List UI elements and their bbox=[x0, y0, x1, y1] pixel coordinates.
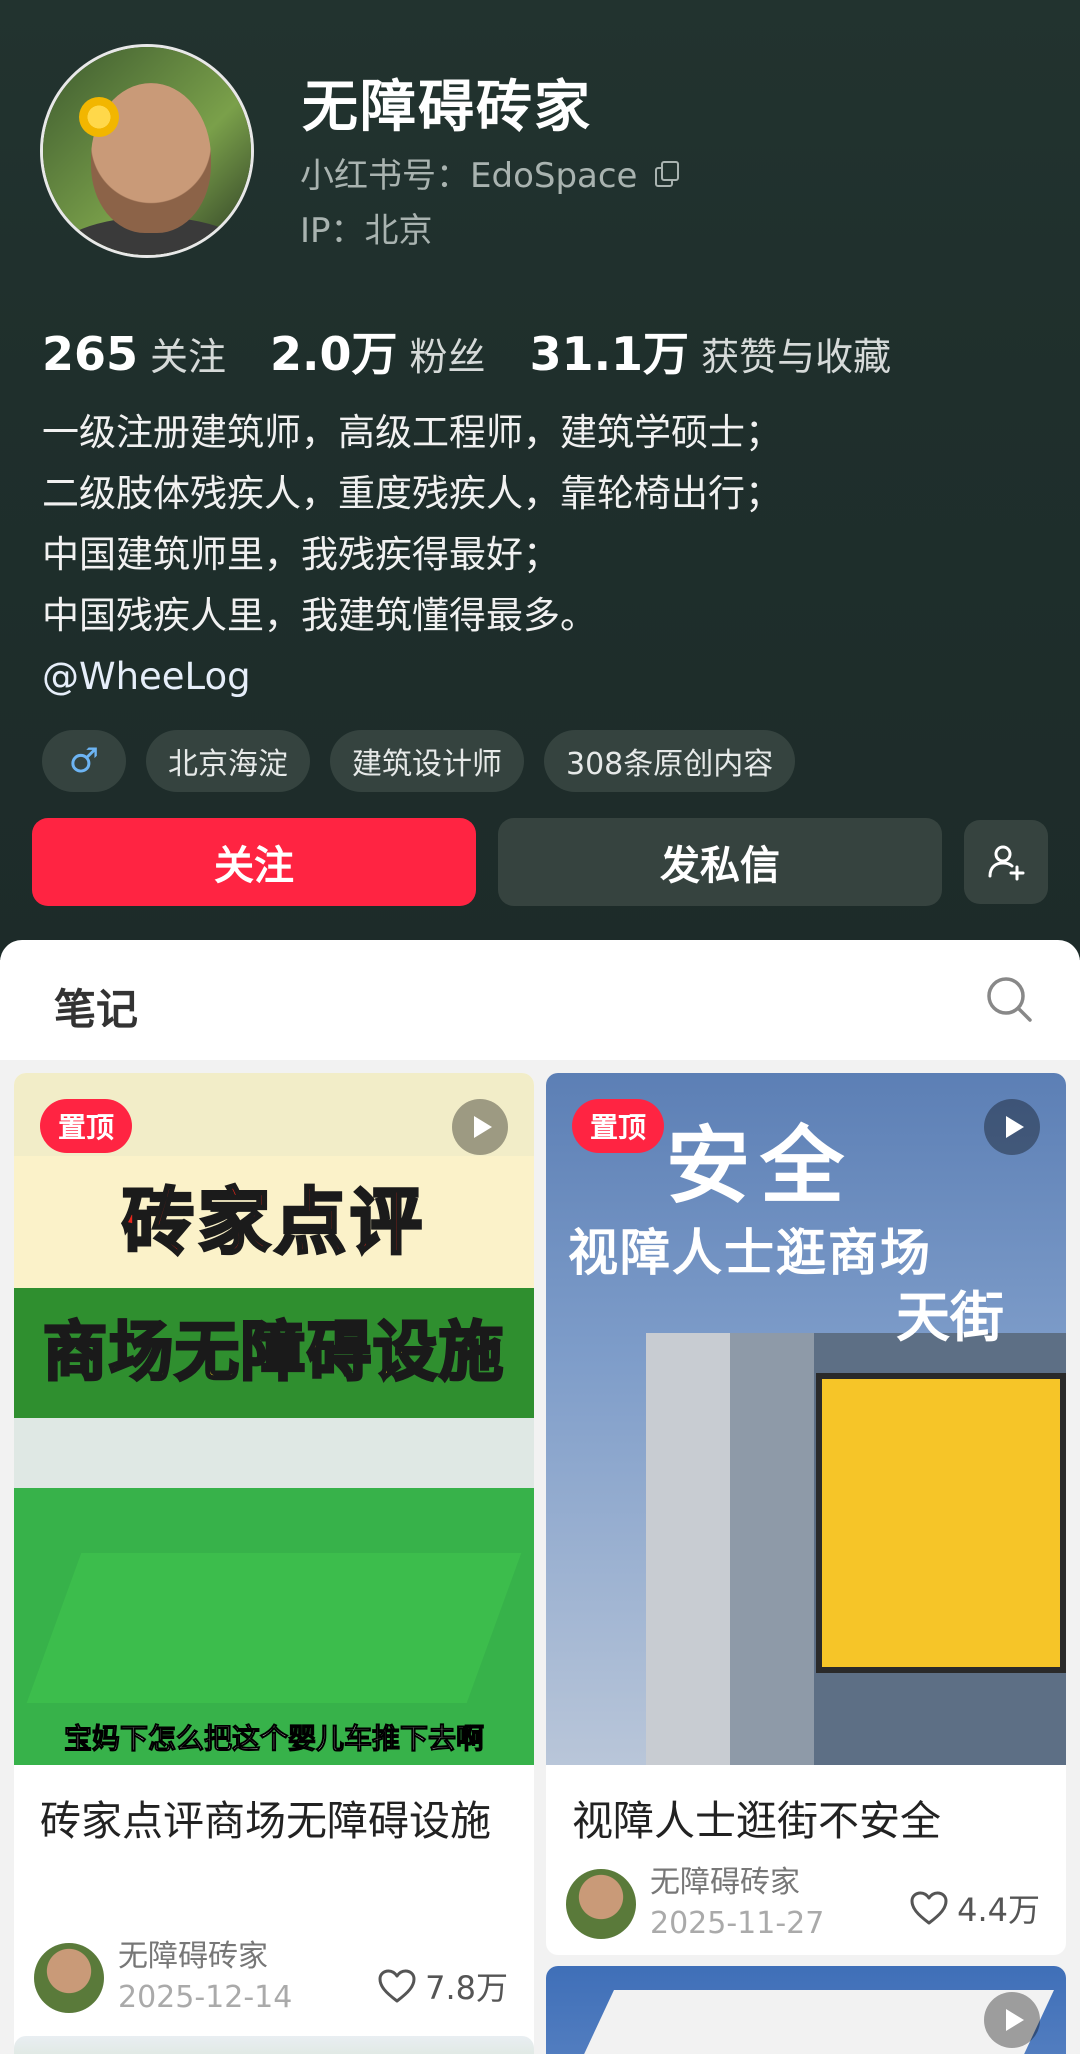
account-id[interactable]: 小红书号：EdoSpace bbox=[300, 148, 680, 197]
cover-brand-sign: 天街 bbox=[896, 1286, 1004, 1349]
note-author[interactable]: 无障碍砖家 2025-11-27 bbox=[566, 1863, 824, 1945]
like-button[interactable]: 7.8万 bbox=[377, 1963, 508, 2009]
video-play-icon bbox=[452, 1099, 508, 1155]
profile-bio: 一级注册建筑师，高级工程师，建筑学硕士； 二级肢体残疾人，重度残疾人，靠轮椅出行… bbox=[42, 402, 782, 707]
stat-likes-count: 31.1万 bbox=[529, 327, 690, 381]
cover-title-yellow: 商场无障碍设施 bbox=[42, 1315, 505, 1392]
note-card[interactable] bbox=[546, 1966, 1066, 2054]
cover-subtitle: 视障人士逛商场 bbox=[568, 1224, 932, 1282]
profile-header: 无障碍砖家 小红书号：EdoSpace IP：北京 265 关注 2.0万 粉丝… bbox=[0, 0, 1080, 960]
message-button[interactable]: 发私信 bbox=[498, 818, 942, 906]
video-play-icon bbox=[984, 1992, 1040, 2048]
heart-icon bbox=[378, 1969, 416, 2003]
note-date: 2025-11-27 bbox=[650, 1906, 825, 1941]
pinned-badge: 置顶 bbox=[572, 1099, 665, 1153]
stat-likes-label: 获赞与收藏 bbox=[701, 335, 892, 379]
profile-nickname: 无障碍砖家 bbox=[302, 75, 592, 140]
author-avatar bbox=[566, 1869, 636, 1939]
note-cover[interactable]: 砖家点评 商场无障碍设施 宝妈下怎么把这个婴儿车推下去啊 置顶 bbox=[14, 1073, 534, 1765]
stat-following-label: 关注 bbox=[150, 335, 227, 379]
like-count: 7.8万 bbox=[425, 1969, 508, 2007]
bio-line: 中国建筑师里，我残疾得最好； bbox=[42, 533, 560, 576]
note-card[interactable] bbox=[14, 2036, 534, 2054]
content-tabbar: 笔记 bbox=[0, 940, 1080, 1060]
ip-location: IP：北京 bbox=[300, 211, 433, 251]
profile-stats: 265 关注 2.0万 粉丝 31.1万 获赞与收藏 bbox=[42, 318, 935, 384]
note-title[interactable]: 砖家点评商场无障碍设施 bbox=[40, 1785, 510, 1857]
note-cover[interactable]: 安全 视障人士逛商场 天街 置顶 bbox=[546, 1073, 1066, 1765]
bio-mention-link[interactable]: @WheeLog bbox=[42, 646, 782, 707]
gender-male-icon: ♂ bbox=[42, 730, 126, 792]
add-user-icon bbox=[988, 845, 1025, 881]
add-friend-button[interactable] bbox=[964, 820, 1048, 904]
bio-line: 一级注册建筑师，高级工程师，建筑学硕士； bbox=[42, 411, 782, 454]
note-cover[interactable] bbox=[546, 1966, 1066, 2054]
flower-icon bbox=[79, 97, 119, 137]
stat-followers-count: 2.0万 bbox=[270, 327, 398, 381]
tag-profession: 建筑设计师 bbox=[330, 730, 524, 792]
author-avatar bbox=[34, 1943, 104, 2013]
tag-location: 北京海淀 bbox=[146, 730, 310, 792]
video-play-icon bbox=[984, 1099, 1040, 1155]
stat-following[interactable]: 265 关注 bbox=[42, 326, 226, 381]
cover-title-red: 砖家点评 bbox=[120, 1179, 426, 1266]
cover-caption: 宝妈下怎么把这个婴儿车推下去啊 bbox=[63, 1722, 484, 1756]
tab-notes[interactable]: 笔记 bbox=[54, 976, 138, 1037]
follow-button[interactable]: 关注 bbox=[32, 818, 476, 906]
bio-line: 中国残疾人里，我建筑懂得最多。 bbox=[42, 594, 597, 637]
stat-followers[interactable]: 2.0万 粉丝 bbox=[270, 318, 486, 384]
stat-likes-collects[interactable]: 31.1万 获赞与收藏 bbox=[530, 318, 892, 384]
note-card[interactable]: 安全 视障人士逛商场 天街 置顶 视障人士逛街不安全 无障碍砖家 2025-11… bbox=[546, 1073, 1066, 1955]
bio-line: 二级肢体残疾人，重度残疾人，靠轮椅出行； bbox=[42, 472, 782, 515]
tag-original-count: 308条原创内容 bbox=[544, 730, 796, 792]
author-name: 无障碍砖家 bbox=[118, 1939, 268, 1974]
note-author[interactable]: 无障碍砖家 2025-12-14 bbox=[34, 1937, 292, 2019]
heart-icon bbox=[910, 1891, 948, 1925]
search-icon bbox=[987, 977, 1032, 1022]
note-cover[interactable] bbox=[14, 2036, 534, 2054]
note-card[interactable]: 砖家点评 商场无障碍设施 宝妈下怎么把这个婴儿车推下去啊 置顶 砖家点评商场无障… bbox=[14, 1073, 534, 2054]
avatar[interactable] bbox=[40, 44, 254, 258]
author-name: 无障碍砖家 bbox=[650, 1865, 800, 1900]
account-id-label: 小红书号：EdoSpace bbox=[300, 156, 638, 196]
pinned-badge: 置顶 bbox=[40, 1099, 133, 1153]
cover-title-big: 安全 bbox=[666, 1117, 855, 1215]
like-button[interactable]: 4.4万 bbox=[909, 1885, 1040, 1931]
profile-tags: ♂ 北京海淀 建筑设计师 308条原创内容 bbox=[42, 730, 796, 792]
like-count: 4.4万 bbox=[957, 1891, 1040, 1929]
note-date: 2025-12-14 bbox=[118, 1980, 293, 2015]
copy-icon[interactable] bbox=[655, 160, 680, 187]
stat-following-count: 265 bbox=[42, 327, 139, 381]
stat-followers-label: 粉丝 bbox=[409, 335, 486, 379]
search-button[interactable] bbox=[984, 974, 1036, 1026]
action-buttons: 关注 发私信 bbox=[32, 818, 1048, 906]
note-title[interactable]: 视障人士逛街不安全 bbox=[572, 1785, 1042, 1857]
